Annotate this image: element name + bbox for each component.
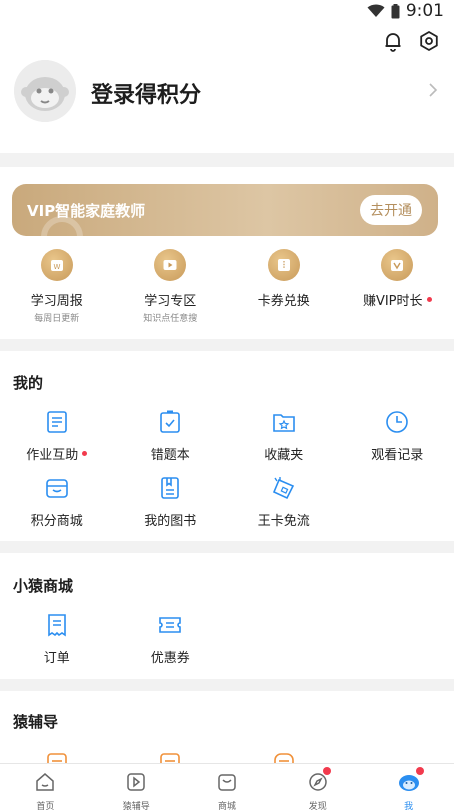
- tab-home[interactable]: 首页: [0, 764, 91, 810]
- chevron-right-icon[interactable]: [428, 82, 438, 102]
- tab-label: 商城: [217, 802, 236, 810]
- order-icon: [44, 612, 70, 638]
- home-icon: [35, 772, 55, 796]
- mine-item-label: 错题本: [150, 448, 190, 463]
- tutor-item[interactable]: [114, 751, 228, 763]
- ticket-icon: [267, 249, 300, 281]
- mine-item-king-card[interactable]: 王卡免流: [227, 475, 341, 529]
- tab-discover[interactable]: 发现: [272, 764, 363, 810]
- bottom-tab-bar: 首页 猿辅导 商城 发现 我: [0, 763, 454, 810]
- mine-title: 我的: [13, 374, 44, 392]
- tab-label: 我: [404, 802, 414, 810]
- points-mall-icon: [44, 475, 70, 501]
- tab-tutor[interactable]: 猿辅导: [91, 764, 182, 810]
- tab-label: 首页: [36, 802, 55, 810]
- mine-item-label: 收藏夹: [264, 448, 304, 463]
- mine-item-label: 我的图书: [144, 514, 197, 529]
- chat-icon: [271, 751, 297, 763]
- vip-item-study-zone[interactable]: 学习专区 知识点任意搜: [114, 249, 228, 324]
- play-icon: [126, 772, 146, 796]
- vip-item-redeem[interactable]: 卡券兑换: [227, 249, 341, 324]
- status-bar: 9:01: [0, 0, 454, 22]
- tutor-card: 猿辅导: [0, 691, 454, 763]
- wifi-icon: [367, 4, 385, 18]
- tutor-title: 猿辅导: [13, 713, 59, 731]
- mine-item-favorites[interactable]: 收藏夹: [227, 409, 341, 463]
- shop-item-label: 订单: [43, 651, 70, 666]
- mine-item-history[interactable]: 观看记录: [341, 409, 454, 463]
- tab-badge: [415, 767, 424, 775]
- vip-item-earn-vip[interactable]: 赚VIP时长: [341, 249, 454, 324]
- battery-icon: [391, 3, 400, 19]
- shop-item-label: 优惠券: [150, 651, 190, 666]
- mine-row-2: 积分商城 我的图书 王卡免流: [0, 475, 454, 529]
- tutor-item[interactable]: [227, 751, 341, 763]
- books-icon: [157, 475, 183, 501]
- vip-banner[interactable]: VIP智能家庭教师 去开通: [12, 184, 438, 236]
- new-dot-badge: [426, 297, 432, 302]
- mine-item-books[interactable]: 我的图书: [114, 475, 228, 529]
- mistake-book-icon: [157, 409, 183, 435]
- vip-section: VIP智能家庭教师 去开通 W 学习周报 每周日更新 学习专区 知识点任意搜 卡…: [0, 167, 454, 339]
- homework-icon: [44, 409, 70, 435]
- mine-item-label: 观看记录: [371, 448, 424, 463]
- coupon-icon: [157, 612, 183, 638]
- vip-item-label: 赚VIP时长: [363, 290, 432, 309]
- vip-item-label: 学习专区: [144, 294, 197, 309]
- tab-shop[interactable]: 商城: [182, 764, 273, 810]
- mine-item-mistakes[interactable]: 错题本: [114, 409, 228, 463]
- bell-icon[interactable]: [382, 30, 404, 56]
- history-icon: [384, 409, 410, 435]
- status-time: 9:01: [405, 1, 444, 21]
- mine-item-homework[interactable]: 作业互助: [0, 409, 114, 463]
- mine-row-1: 作业互助 错题本 收藏夹 观看记录: [0, 409, 454, 463]
- svg-text:W: W: [53, 263, 60, 271]
- shop-icon: [217, 772, 237, 796]
- vip-features: W 学习周报 每周日更新 学习专区 知识点任意搜 卡券兑换 赚VIP时长: [0, 249, 454, 324]
- tutor-row: [0, 751, 454, 763]
- vip-item-sub: 知识点任意搜: [143, 314, 198, 324]
- vip-item-label: 卡券兑换: [257, 294, 310, 309]
- vip-item-weekly-report[interactable]: W 学习周报 每周日更新: [0, 249, 114, 324]
- open-vip-button[interactable]: 去开通: [360, 195, 422, 225]
- shop-row: 订单 优惠券: [0, 612, 454, 666]
- vip-item-sub: 每周日更新: [34, 314, 80, 324]
- shop-title: 小猿商城: [13, 577, 74, 595]
- mine-item-label: 王卡免流: [257, 514, 310, 529]
- mine-item-label: 作业互助: [26, 444, 88, 463]
- mine-item-label-text: 作业互助: [26, 448, 79, 463]
- avatar[interactable]: [14, 60, 76, 122]
- tab-me[interactable]: 我: [363, 764, 454, 810]
- profile-icon: [398, 772, 420, 796]
- tab-badge: [323, 767, 332, 775]
- tutor-item[interactable]: [0, 751, 114, 763]
- tab-label: 发现: [308, 802, 327, 810]
- lesson-icon: [157, 751, 183, 763]
- mine-item-label: 积分商城: [30, 514, 83, 529]
- new-dot-badge: [82, 451, 88, 456]
- shop-item-coupon[interactable]: 优惠券: [114, 612, 228, 666]
- calendar-icon: W: [40, 249, 73, 281]
- video-icon: [154, 249, 187, 281]
- shop-card: 小猿商城 订单 优惠券: [0, 553, 454, 679]
- sim-card-icon: [271, 475, 297, 501]
- course-icon: [44, 751, 70, 763]
- settings-icon[interactable]: [418, 30, 440, 56]
- favorites-icon: [271, 409, 297, 435]
- vip-banner-title: VIP智能家庭教师: [27, 202, 146, 220]
- tab-label: 猿辅导: [122, 802, 150, 810]
- mine-item-points-mall[interactable]: 积分商城: [0, 475, 114, 529]
- profile-header: 登录得积分: [0, 22, 454, 153]
- vip-item-label: 学习周报: [30, 294, 83, 309]
- shop-item-order[interactable]: 订单: [0, 612, 114, 666]
- vip-item-label-text: 赚VIP时长: [362, 294, 423, 309]
- vip-gift-icon: [381, 249, 414, 281]
- login-title[interactable]: 登录得积分: [91, 77, 201, 109]
- mine-card: 我的 作业互助 错题本 收藏夹 观看记录 积分商城 我的图书 王卡免流: [0, 351, 454, 541]
- compass-icon: [308, 772, 328, 796]
